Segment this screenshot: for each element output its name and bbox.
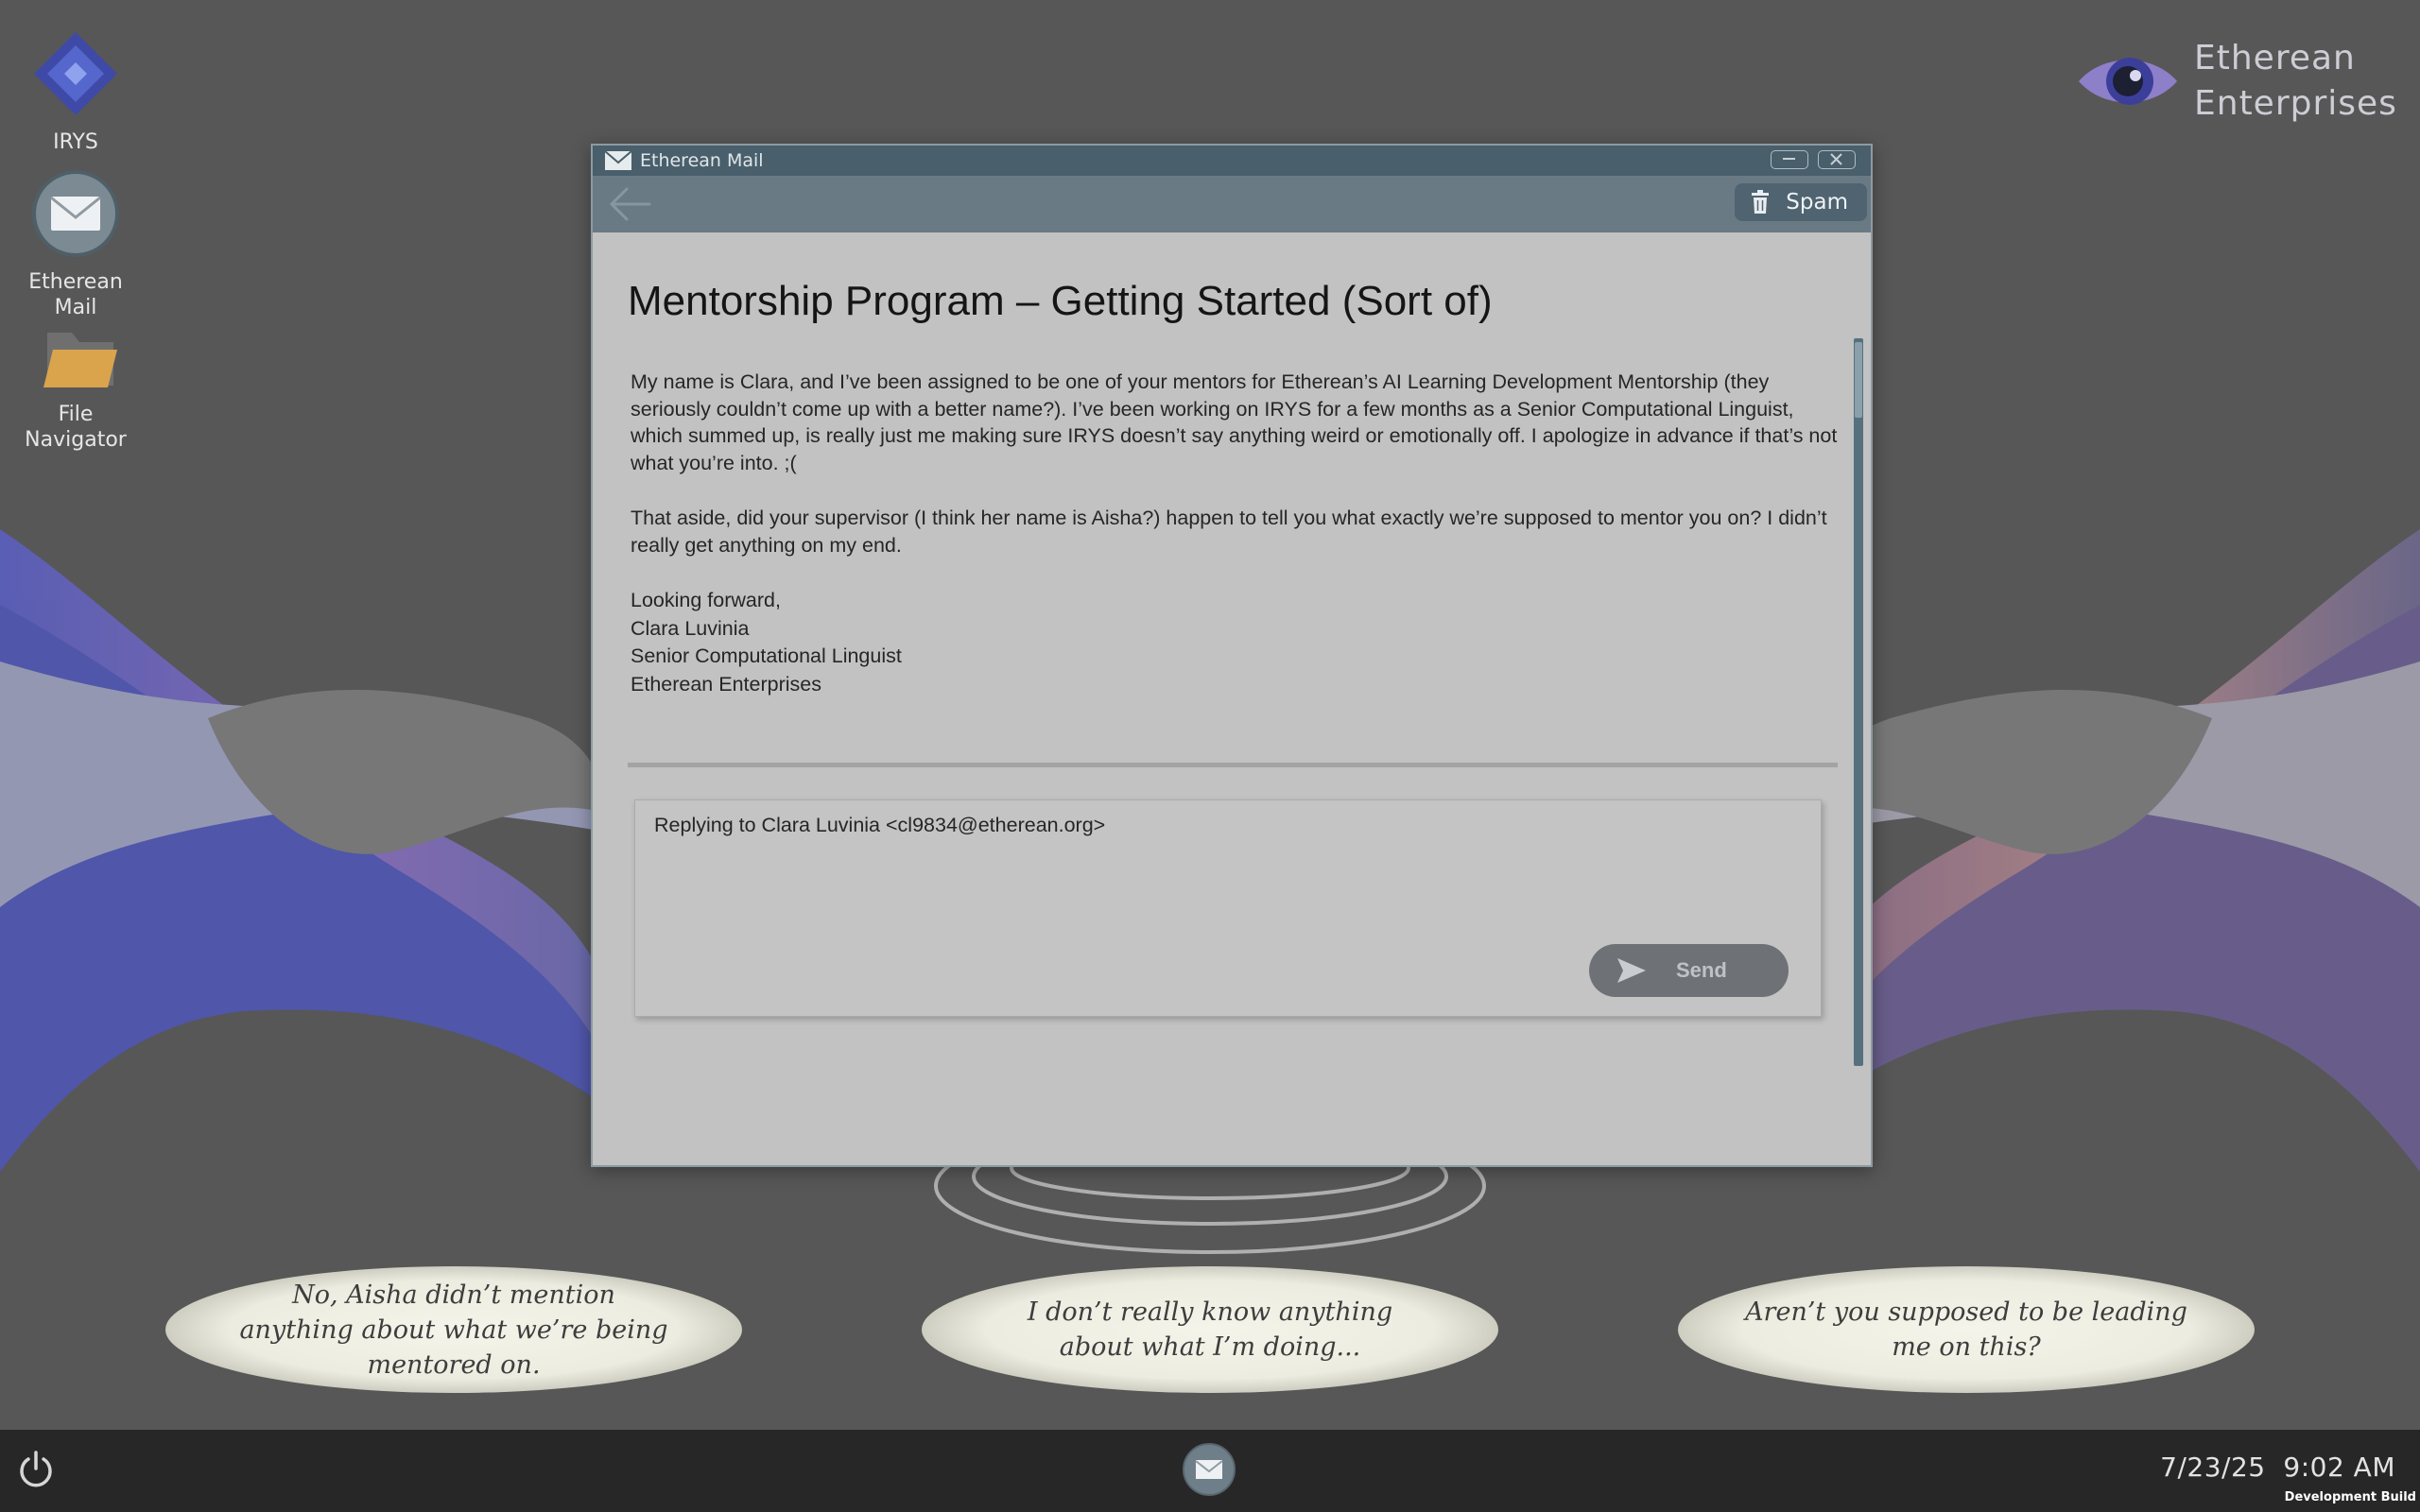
signature-line: Etherean Enterprises bbox=[631, 672, 821, 696]
taskbar: 7/23/25 9:02 AM Development Build bbox=[0, 1430, 2420, 1512]
send-icon bbox=[1617, 958, 1646, 983]
dialogue-choice-3[interactable]: Aren’t you supposed to be leading me on … bbox=[1678, 1266, 2255, 1393]
mail-envelope-icon bbox=[1195, 1460, 1223, 1479]
clock-date: 7/23/25 bbox=[2160, 1452, 2266, 1483]
window-titlebar[interactable]: Etherean Mail bbox=[593, 146, 1871, 176]
mail-toolbar: Spam bbox=[593, 176, 1871, 232]
minimize-icon bbox=[1783, 158, 1795, 160]
scrollbar-thumb[interactable] bbox=[1855, 342, 1862, 418]
signature-line: Looking forward, bbox=[631, 589, 781, 611]
signature-line: Clara Luvinia bbox=[631, 616, 750, 640]
folder-icon bbox=[43, 333, 117, 387]
taskbar-mail-button[interactable] bbox=[1183, 1443, 1236, 1496]
email-body: My name is Clara, and I’ve been assigned… bbox=[631, 369, 1841, 698]
minimize-button[interactable] bbox=[1771, 150, 1808, 169]
send-button[interactable]: Send bbox=[1589, 944, 1789, 997]
trash-icon bbox=[1752, 190, 1770, 214]
desktop-icon-label: IRYS bbox=[53, 130, 98, 154]
reply-recipient: Replying to Clara Luvinia <cl9834@ethere… bbox=[654, 814, 1106, 836]
mail-envelope-icon bbox=[604, 150, 632, 170]
spam-label: Spam bbox=[1786, 190, 1848, 215]
close-button[interactable] bbox=[1818, 150, 1856, 169]
window-title: Etherean Mail bbox=[640, 150, 764, 171]
dialogue-choice-1[interactable]: No, Aisha didn’t mention anything about … bbox=[165, 1266, 742, 1393]
spam-button[interactable]: Spam bbox=[1735, 183, 1867, 221]
clock-time: 9:02 AM bbox=[2283, 1452, 2395, 1483]
close-icon bbox=[1830, 153, 1842, 165]
desktop-icon-label: File Navigator bbox=[25, 403, 127, 452]
mail-window: Etherean Mail Spam Mentorship Program – … bbox=[591, 144, 1873, 1167]
desktop-icon-file-navigator[interactable]: File Navigator bbox=[14, 329, 137, 453]
irys-diamond-icon bbox=[34, 32, 117, 115]
mail-envelope-icon bbox=[32, 170, 119, 257]
signature-line: Senior Computational Linguist bbox=[631, 644, 902, 667]
email-signature: Looking forward, Clara Luvinia Senior Co… bbox=[631, 587, 1841, 698]
dialogue-choice-2[interactable]: I don’t really know anything about what … bbox=[922, 1266, 1498, 1393]
build-label: Development Build bbox=[2284, 1490, 2416, 1504]
send-label: Send bbox=[1676, 958, 1727, 982]
back-arrow-icon[interactable] bbox=[602, 180, 659, 228]
logo-line-1: Etherean bbox=[2194, 39, 2356, 77]
etherean-logo: Etherean Enterprises bbox=[2075, 36, 2397, 127]
taskbar-clock: 7/23/25 9:02 AM bbox=[2160, 1452, 2395, 1483]
logo-line-2: Enterprises bbox=[2194, 84, 2397, 123]
email-subject: Mentorship Program – Getting Started (So… bbox=[628, 278, 1493, 324]
email-divider bbox=[628, 763, 1838, 767]
email-paragraph: That aside, did your supervisor (I think… bbox=[631, 507, 1827, 557]
desktop-icon-irys[interactable]: IRYS bbox=[14, 28, 137, 155]
email-scrollbar[interactable] bbox=[1854, 338, 1863, 1066]
reply-box[interactable]: Replying to Clara Luvinia <cl9834@ethere… bbox=[634, 799, 1822, 1017]
desktop-icon-etherean-mail[interactable]: Etherean Mail bbox=[14, 168, 137, 320]
email-paragraph: My name is Clara, and I’ve been assigned… bbox=[631, 370, 1838, 474]
power-icon[interactable] bbox=[15, 1449, 57, 1490]
eye-logo-icon bbox=[2079, 58, 2177, 105]
desktop-icon-label: Etherean Mail bbox=[28, 270, 123, 319]
